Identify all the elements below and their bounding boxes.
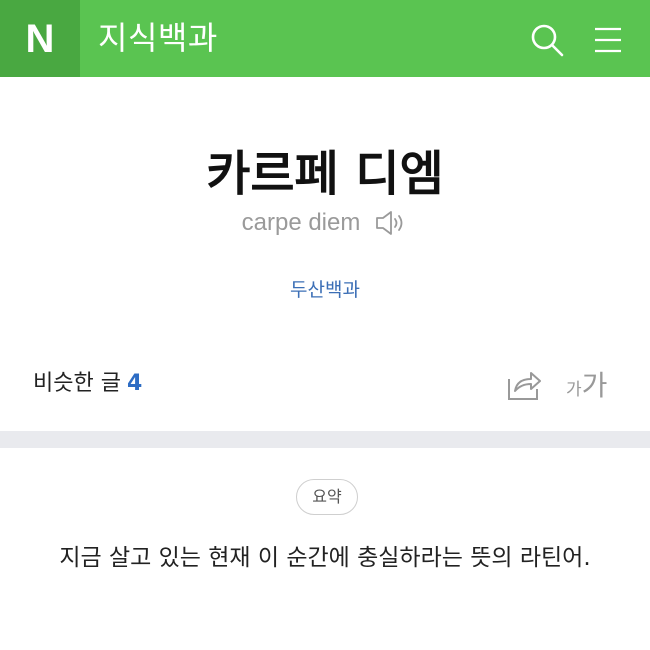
share-icon: [508, 372, 541, 400]
share-button[interactable]: [505, 367, 543, 403]
entry-title: 카르페 디엠: [206, 146, 444, 202]
pronunciation-row: carpe diem: [0, 206, 650, 240]
section-divider: [0, 431, 650, 448]
similar-label: 비슷한 글: [33, 371, 121, 396]
top-header: N 지식백과: [0, 0, 650, 77]
speaker-icon: [376, 211, 403, 235]
page: N 지식백과 카르페 디엠 carpe diem 두산백과 비슷한 글 4 가 …: [0, 0, 650, 650]
similar-count: 4: [126, 371, 143, 396]
speaker-button[interactable]: [374, 208, 408, 238]
service-title[interactable]: 지식백과: [98, 18, 218, 58]
summary-text: 지금 살고 있는 현재 이 순간에 충실하라는 뜻의 라틴어.: [59, 545, 591, 571]
search-button[interactable]: [529, 22, 565, 58]
naver-logo[interactable]: N: [0, 0, 80, 77]
similar-articles-link[interactable]: 비슷한 글4: [33, 367, 142, 401]
menu-button[interactable]: [590, 22, 626, 58]
summary-badge: 요약: [296, 479, 358, 515]
source-link[interactable]: 두산백과: [0, 275, 650, 305]
hamburger-menu-icon: [595, 27, 621, 53]
logo-text: N: [25, 16, 55, 61]
search-icon: [531, 24, 564, 57]
font-size-button[interactable]: 가가: [566, 364, 607, 404]
font-size-small-label: 가: [566, 380, 582, 400]
font-size-large-label: 가: [581, 369, 608, 402]
pronunciation-text: carpe diem: [241, 209, 361, 236]
